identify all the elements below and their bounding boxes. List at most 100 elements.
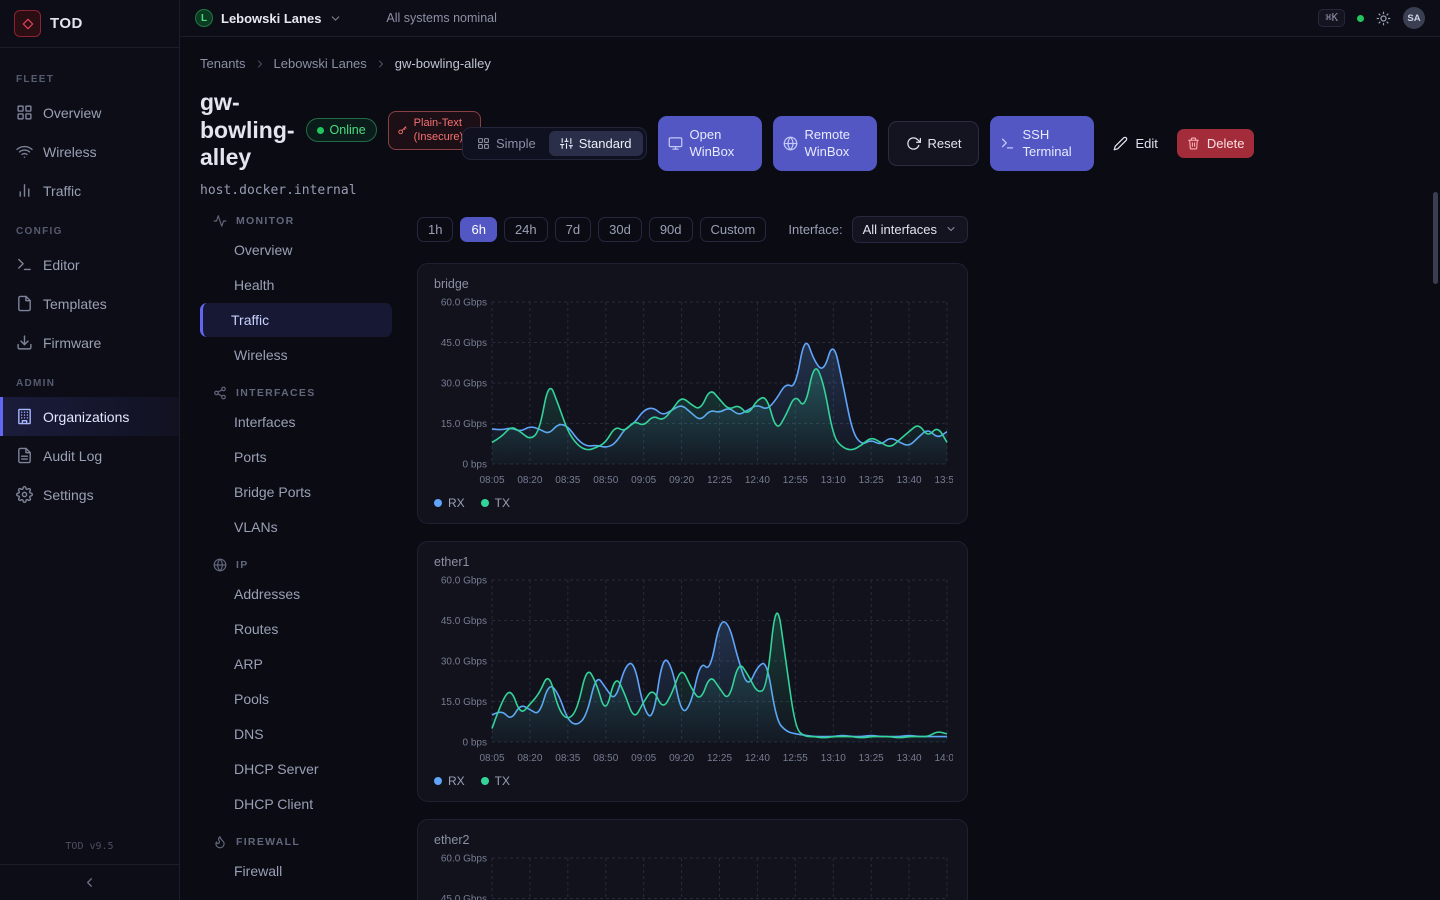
- chart-legend: RXTX: [434, 496, 951, 510]
- svg-text:13:55: 13:55: [934, 475, 953, 486]
- button-label: Open WinBox: [690, 126, 752, 161]
- sidebar-section-admin: ADMIN: [16, 378, 163, 389]
- subnav-item-traffic[interactable]: Traffic: [200, 303, 392, 337]
- status-badge-online: Online: [306, 118, 377, 142]
- terminal-icon: [16, 256, 33, 273]
- svg-text:60.0 Gbps: 60.0 Gbps: [441, 297, 487, 308]
- subnav-item-dns[interactable]: DNS: [200, 717, 392, 751]
- view-mode-standard[interactable]: Standard: [549, 131, 643, 156]
- svg-text:0 bps: 0 bps: [463, 459, 487, 470]
- page-title: gw-bowling-alley: [200, 89, 295, 172]
- sidebar-item-firmware[interactable]: Firmware: [0, 323, 179, 362]
- reset-button[interactable]: Reset: [888, 121, 980, 166]
- sliders-icon: [560, 137, 573, 150]
- subnav-item-pools[interactable]: Pools: [200, 682, 392, 716]
- subnav-item-routes[interactable]: Routes: [200, 612, 392, 646]
- remote-winbox-button[interactable]: Remote WinBox: [773, 116, 877, 171]
- sidebar-item-templates[interactable]: Templates: [0, 284, 179, 323]
- time-range-90d[interactable]: 90d: [649, 217, 693, 242]
- subnav-item-addresses[interactable]: Addresses: [200, 577, 392, 611]
- ssh-terminal-button[interactable]: SSH Terminal: [990, 116, 1094, 171]
- svg-text:13:25: 13:25: [859, 475, 884, 486]
- subnav-item-dhcp-server[interactable]: DHCP Server: [200, 752, 392, 786]
- edit-button[interactable]: Edit: [1105, 129, 1165, 159]
- pencil-icon: [1113, 136, 1128, 151]
- grid-icon: [477, 137, 490, 150]
- time-range-24h[interactable]: 24h: [504, 217, 548, 242]
- breadcrumb-tenants[interactable]: Tenants: [200, 56, 246, 71]
- delete-button[interactable]: Delete: [1177, 129, 1255, 159]
- workspace: MONITOROverviewHealthTrafficWirelessINTE…: [200, 212, 1420, 900]
- device-header: gw-bowling-alley Online Plain-Text (Inse…: [200, 89, 462, 198]
- time-range-30d[interactable]: 30d: [598, 217, 642, 242]
- sidebar-item-label: Editor: [43, 257, 80, 273]
- globe-icon: [783, 136, 798, 151]
- view-mode-label: Standard: [579, 136, 632, 151]
- svg-text:60.0 Gbps: 60.0 Gbps: [441, 575, 487, 586]
- tenant-switcher[interactable]: L Lebowski Lanes: [195, 9, 342, 27]
- sidebar-item-label: Traffic: [43, 183, 81, 199]
- share-icon: [213, 386, 227, 400]
- view-mode-simple[interactable]: Simple: [466, 131, 547, 156]
- svg-text:09:20: 09:20: [669, 475, 694, 486]
- user-avatar[interactable]: SA: [1403, 7, 1425, 29]
- svg-text:12:40: 12:40: [745, 475, 770, 486]
- sidebar-item-overview[interactable]: Overview: [0, 93, 179, 132]
- subnav-item-firewall[interactable]: Firewall: [200, 854, 392, 888]
- legend-rx: RX: [434, 774, 465, 788]
- app-title: TOD: [50, 15, 83, 32]
- subnav-item-interfaces[interactable]: Interfaces: [200, 405, 392, 439]
- subnav-item-bridge-ports[interactable]: Bridge Ports: [200, 475, 392, 509]
- subnav-item-mangle[interactable]: Mangle: [200, 889, 392, 900]
- svg-text:08:50: 08:50: [593, 753, 618, 764]
- key-icon: [397, 125, 408, 136]
- svg-text:08:20: 08:20: [517, 753, 542, 764]
- interface-select-value: All interfaces: [863, 222, 937, 237]
- sidebar-item-label: Audit Log: [43, 448, 102, 464]
- device-host: host.docker.internal: [200, 183, 462, 198]
- time-range-6h[interactable]: 6h: [460, 217, 496, 242]
- open-winbox-button[interactable]: Open WinBox: [658, 116, 762, 171]
- interface-select[interactable]: All interfaces: [852, 216, 968, 243]
- wifi-icon: [16, 143, 33, 160]
- subnav-item-dhcp-client[interactable]: DHCP Client: [200, 787, 392, 821]
- topbar-right: ⌘K SA: [1318, 7, 1425, 29]
- legend-tx: TX: [481, 496, 510, 510]
- legend-dot: [481, 499, 489, 507]
- command-palette-shortcut[interactable]: ⌘K: [1318, 9, 1345, 27]
- subnav-item-overview[interactable]: Overview: [200, 233, 392, 267]
- app-logo[interactable]: TOD: [0, 0, 179, 48]
- sidebar-item-editor[interactable]: Editor: [0, 245, 179, 284]
- sidebar-collapse-button[interactable]: [0, 864, 179, 900]
- time-range-1h[interactable]: 1h: [417, 217, 453, 242]
- subnav-item-vlans[interactable]: VLANs: [200, 510, 392, 544]
- action-buttons: Open WinBox Remote WinBoxResetSSH Termina…: [658, 116, 1255, 171]
- online-dot: [317, 127, 324, 134]
- sidebar-item-audit-log[interactable]: Audit Log: [0, 436, 179, 475]
- charts-toolbar: 1h6h24h7d30d90dCustom Interface: All int…: [417, 216, 968, 243]
- time-range-custom[interactable]: Custom: [700, 217, 767, 242]
- svg-text:08:35: 08:35: [555, 475, 580, 486]
- sidebar-item-wireless[interactable]: Wireless: [0, 132, 179, 171]
- chevron-down-icon: [945, 223, 957, 235]
- subnav-section-interfaces: INTERFACES: [200, 386, 392, 400]
- svg-text:08:05: 08:05: [479, 753, 504, 764]
- health-status-dot: [1357, 15, 1364, 22]
- subnav-item-arp[interactable]: ARP: [200, 647, 392, 681]
- theme-toggle-icon[interactable]: [1376, 11, 1391, 26]
- chevron-down-icon: [329, 12, 342, 25]
- subnav-item-wireless[interactable]: Wireless: [200, 338, 392, 372]
- subnav-item-health[interactable]: Health: [200, 268, 392, 302]
- subnav-item-ports[interactable]: Ports: [200, 440, 392, 474]
- svg-text:13:10: 13:10: [821, 475, 846, 486]
- sidebar-item-traffic[interactable]: Traffic: [0, 171, 179, 210]
- sidebar-section-config: CONFIG: [16, 226, 163, 237]
- time-range-7d[interactable]: 7d: [555, 217, 591, 242]
- breadcrumb-tenant[interactable]: Lebowski Lanes: [274, 56, 367, 71]
- svg-text:15.0 Gbps: 15.0 Gbps: [441, 419, 487, 430]
- sidebar-item-label: Settings: [43, 487, 94, 503]
- sidebar-item-organizations[interactable]: Organizations: [0, 397, 179, 436]
- bar-chart-icon: [16, 182, 33, 199]
- page-scrollbar[interactable]: [1433, 192, 1438, 284]
- sidebar-item-settings[interactable]: Settings: [0, 475, 179, 514]
